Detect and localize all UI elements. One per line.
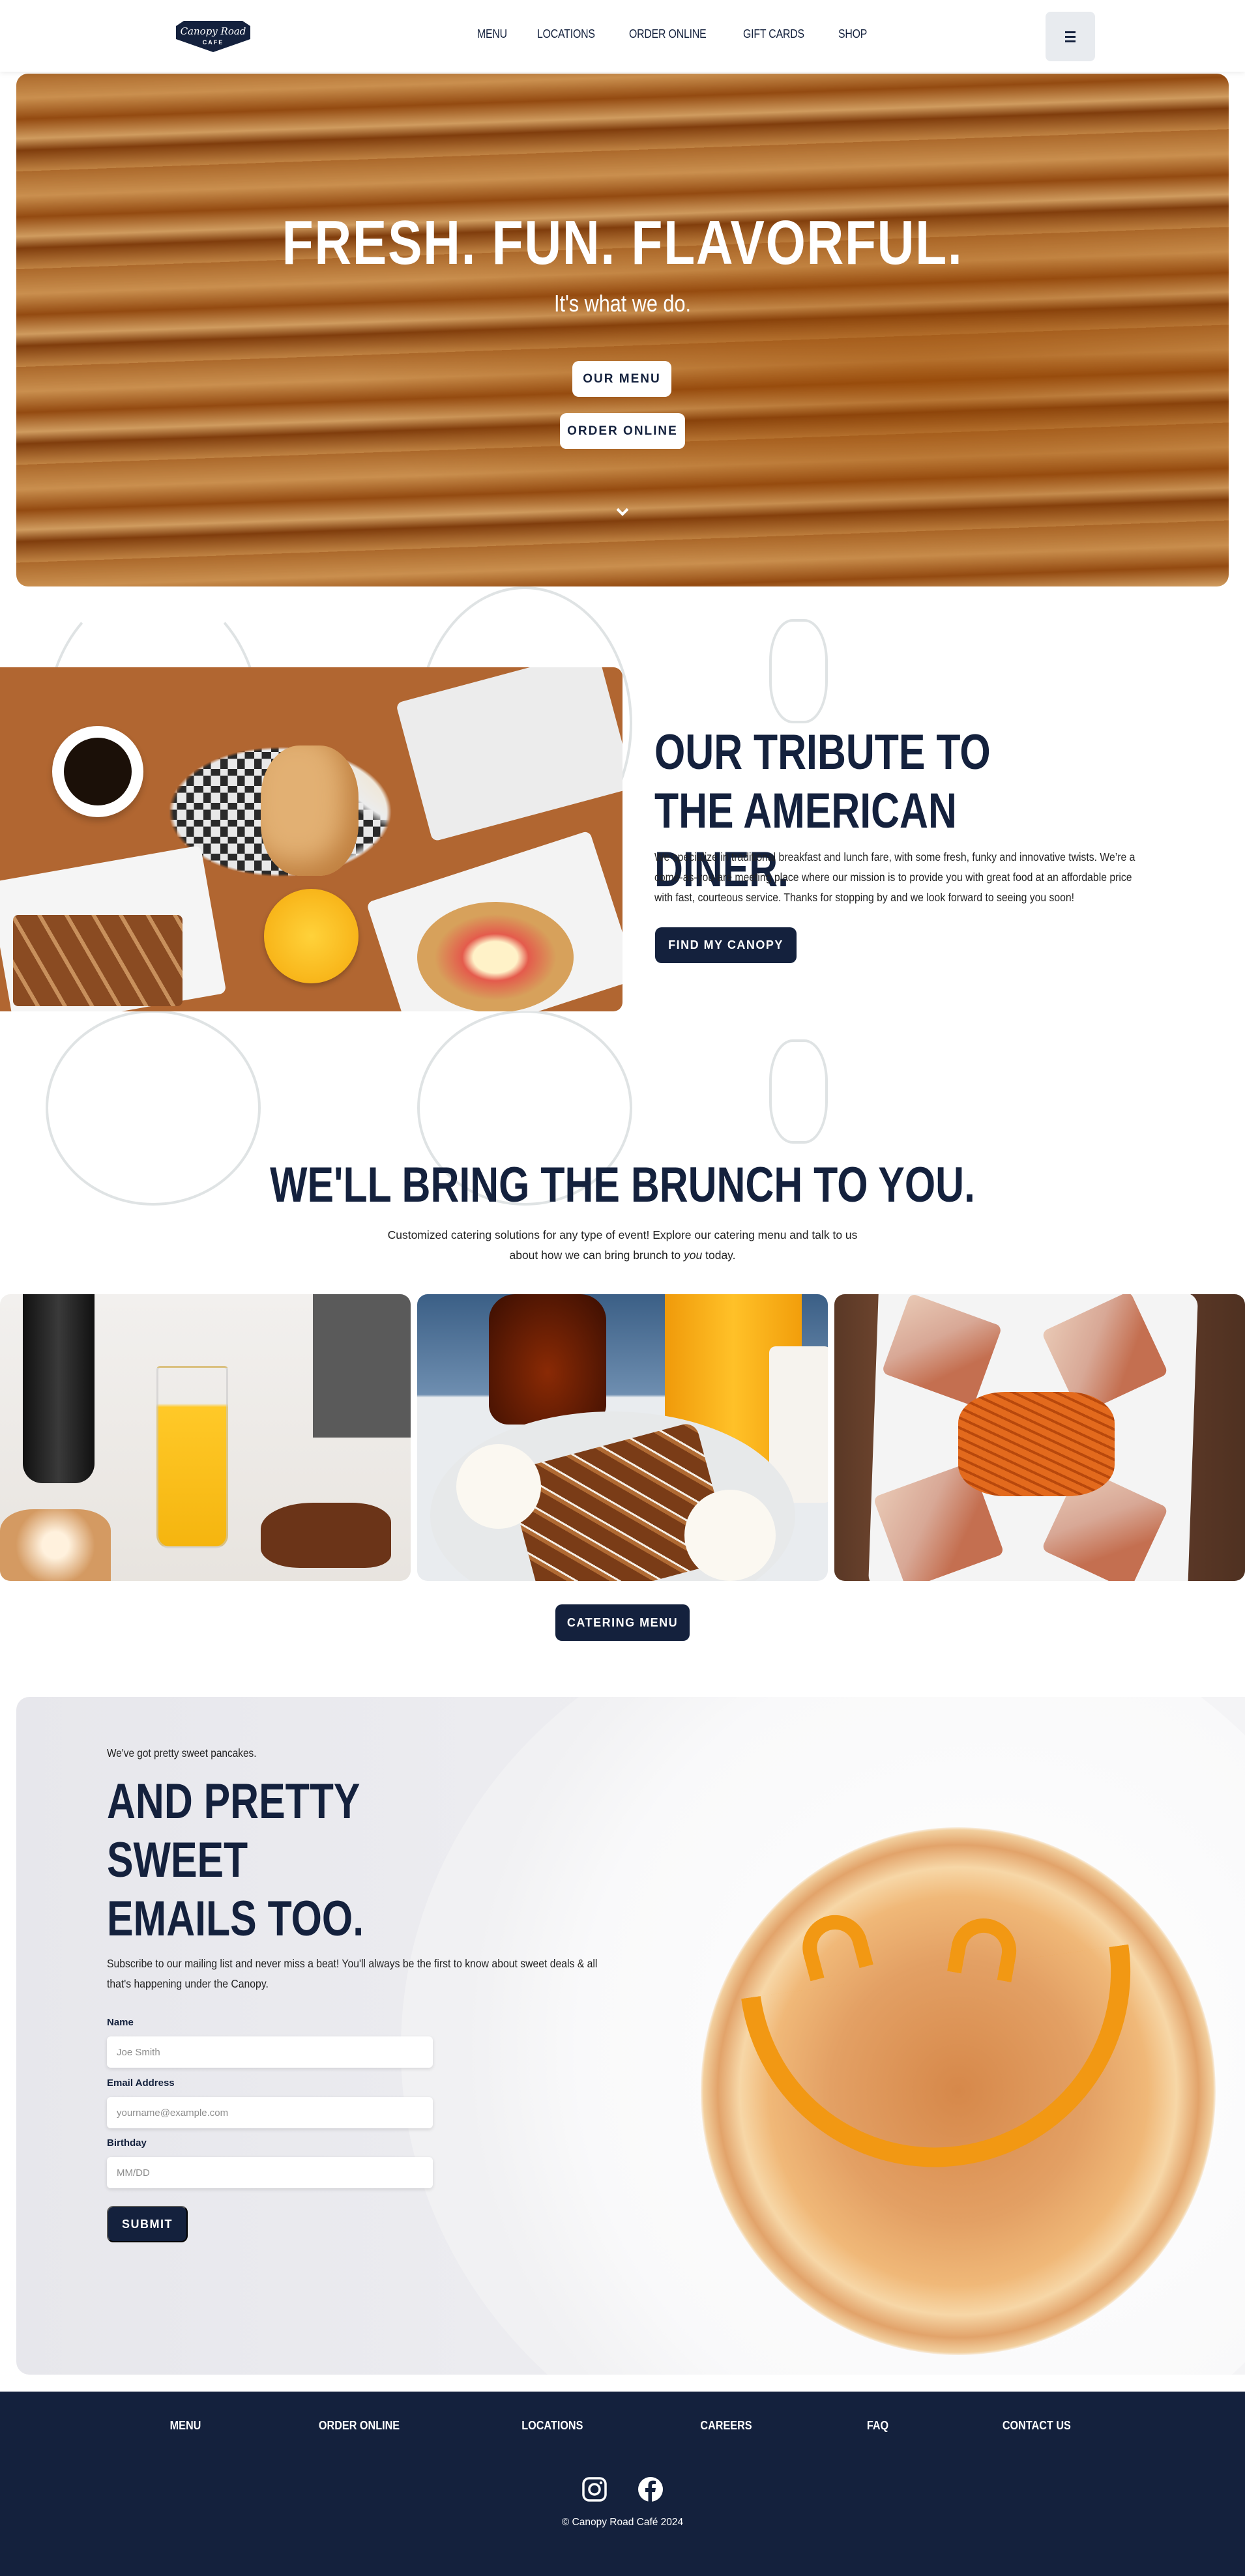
order-online-button[interactable]: ORDER ONLINE (560, 413, 685, 449)
menu-toggle-button[interactable] (1046, 12, 1095, 61)
submit-button[interactable]: SUBMIT (107, 2206, 188, 2242)
copyright-text: © Canopy Road Café 2024 (561, 2517, 684, 2528)
email-input[interactable] (107, 2097, 433, 2128)
nav-menu[interactable]: MENU (477, 27, 507, 41)
footer-link-menu[interactable]: MENU (170, 2419, 201, 2433)
name-label: Name (107, 2017, 134, 2028)
sketch-decoration (769, 619, 828, 723)
club-sandwich-fries-photo (834, 1294, 1245, 1581)
hero-subtitle: It's what we do. (554, 290, 691, 317)
footer-link-careers[interactable]: CAREERS (700, 2419, 752, 2433)
site-footer: MENU ORDER ONLINE LOCATIONS CAREERS FAQ … (0, 2392, 1245, 2576)
newsletter-description: Subscribe to our mailing list and never … (107, 1957, 598, 1990)
nav-shop[interactable]: SHOP (838, 27, 867, 41)
name-input[interactable] (107, 2036, 433, 2068)
site-header: Canopy Road CAFE MENU LOCATIONS ORDER ON… (0, 0, 1245, 72)
footer-link-locations[interactable]: LOCATIONS (521, 2419, 583, 2433)
facebook-icon[interactable] (637, 2476, 664, 2502)
catering-description: Customized catering solutions for any ty… (387, 1228, 858, 1262)
tribute-description: We specialize in traditional breakfast a… (654, 850, 1135, 904)
find-my-canopy-button[interactable]: FIND MY CANOPY (655, 927, 797, 963)
chevron-down-icon[interactable] (616, 506, 629, 517)
logo-link[interactable]: Canopy Road CAFE (171, 20, 256, 53)
birthday-input[interactable] (107, 2157, 433, 2188)
hero-title: FRESH. FUN. FLAVORFUL. (282, 208, 963, 278)
canopy-road-logo-icon: Canopy Road CAFE (176, 21, 250, 52)
svg-text:Canopy Road: Canopy Road (181, 25, 246, 37)
email-label: Email Address (107, 2077, 175, 2089)
sketch-decoration (769, 1039, 828, 1144)
main-nav: MENU LOCATIONS ORDER ONLINE GIFT CARDS S… (477, 27, 898, 41)
footer-link-contact-us[interactable]: CONTACT US (1003, 2419, 1071, 2433)
newsletter-title: AND PRETTY SWEET EMAILS TOO. (107, 1774, 364, 1946)
footer-link-order-online[interactable]: ORDER ONLINE (319, 2419, 400, 2433)
waffle-plate-photo (417, 1294, 828, 1581)
instagram-icon[interactable] (581, 2476, 608, 2502)
hero-section: FRESH. FUN. FLAVORFUL. It's what we do. … (16, 74, 1229, 586)
catering-menu-button[interactable]: CATERING MENU (555, 1604, 690, 1641)
nav-locations[interactable]: LOCATIONS (537, 27, 595, 41)
hamburger-icon (1065, 30, 1076, 44)
catering-title: WE'LL BRING THE BRUNCH TO YOU. (270, 1157, 975, 1213)
footer-link-faq[interactable]: FAQ (867, 2419, 888, 2433)
nav-order-online[interactable]: ORDER ONLINE (629, 27, 707, 41)
diner-food-photo (0, 667, 622, 1011)
svg-text:CAFE: CAFE (203, 39, 224, 46)
our-menu-button[interactable]: OUR MENU (572, 361, 671, 397)
newsletter-kicker: We've got pretty sweet pancakes. (107, 1746, 257, 1759)
birthday-label: Birthday (107, 2137, 147, 2149)
nav-gift-cards[interactable]: GIFT CARDS (743, 27, 804, 41)
mimosa-breakfast-photo (0, 1294, 411, 1581)
